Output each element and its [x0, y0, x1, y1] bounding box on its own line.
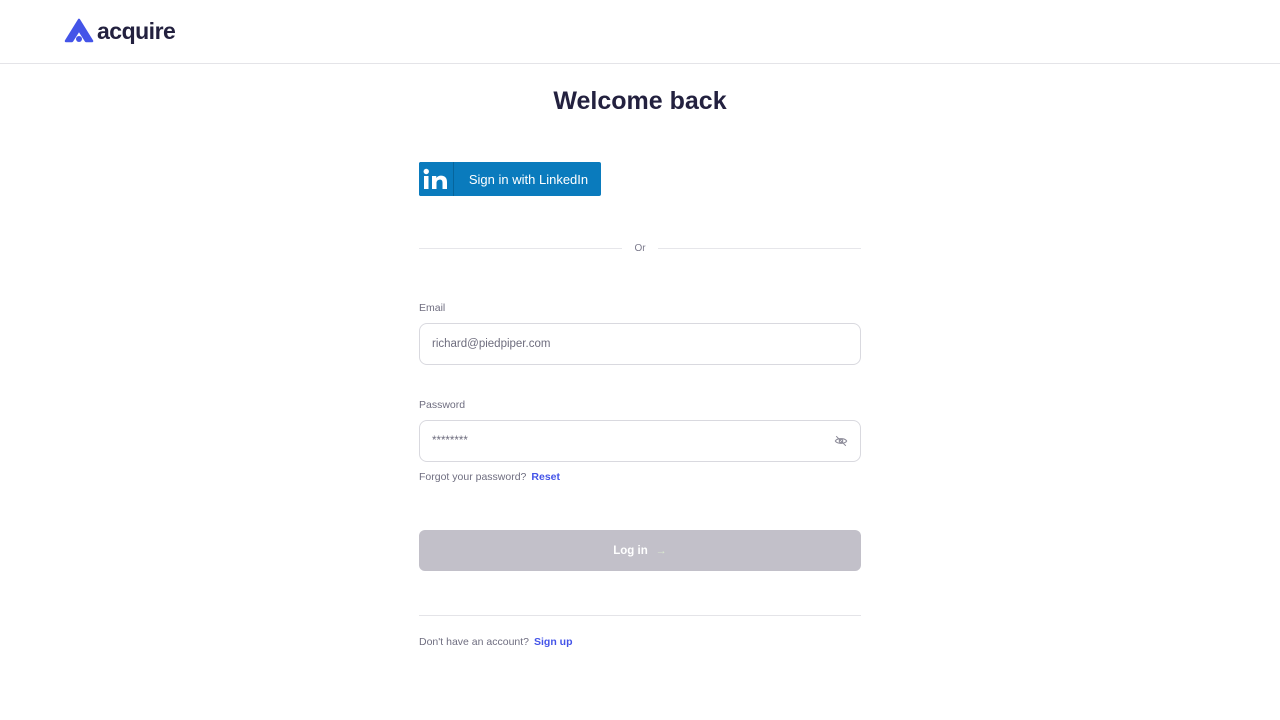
signup-prompt: Don't have an account?	[419, 636, 529, 648]
forgot-password-row: Forgot your password? Reset	[419, 471, 560, 483]
password-value[interactable]: ********	[432, 435, 834, 447]
page-title: Welcome back	[553, 87, 727, 115]
email-label: Email	[419, 302, 446, 314]
linkedin-icon	[419, 162, 454, 196]
signup-link[interactable]: Sign up	[534, 636, 573, 648]
footer-divider	[419, 615, 861, 616]
arrow-right-icon: →	[655, 544, 667, 557]
or-divider: Or	[419, 240, 862, 256]
divider-line-left	[419, 247, 623, 249]
linkedin-signin-button[interactable]: Sign in with LinkedIn	[419, 162, 601, 196]
brand-logo[interactable]: acquire	[64, 18, 176, 44]
eye-off-icon[interactable]	[834, 434, 848, 448]
acquire-logo-icon	[64, 18, 94, 43]
password-label: Password	[419, 399, 466, 411]
divider-text: Or	[634, 242, 646, 254]
login-button[interactable]: Log in →	[419, 530, 861, 571]
password-field[interactable]: ********	[419, 420, 861, 462]
divider-line-right	[657, 247, 862, 249]
email-value[interactable]: richard@piedpiper.com	[432, 338, 848, 350]
forgot-password-text: Forgot your password?	[419, 471, 527, 483]
brand-name: acquire	[97, 18, 176, 44]
top-header: acquire	[0, 0, 1280, 64]
login-button-label: Log in	[613, 544, 648, 557]
email-field[interactable]: richard@piedpiper.com	[419, 323, 861, 365]
signup-row: Don't have an account? Sign up	[419, 636, 573, 648]
linkedin-signin-label: Sign in with LinkedIn	[468, 171, 589, 187]
reset-password-link[interactable]: Reset	[531, 471, 560, 483]
